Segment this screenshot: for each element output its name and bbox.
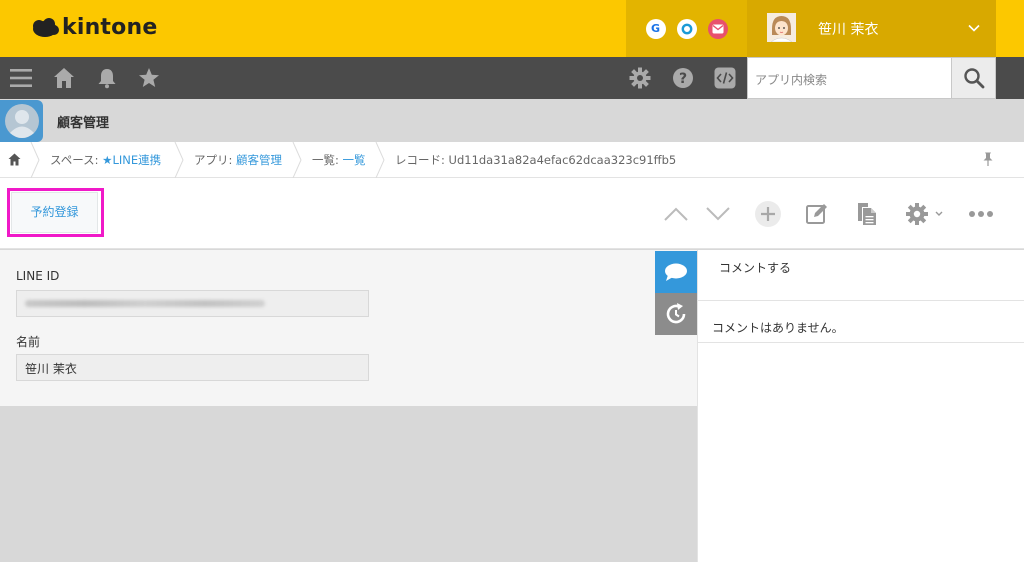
duplicate-record-icon[interactable] xyxy=(852,199,882,229)
comment-placeholder: コメントする xyxy=(719,261,792,275)
field-value-name: 笹川 茉衣 xyxy=(16,354,369,381)
breadcrumb-space[interactable]: スペース: ★LINE連携 xyxy=(50,152,161,168)
breadcrumb-separator xyxy=(292,142,302,178)
next-record-icon[interactable] xyxy=(703,199,733,229)
notification-bell-icon[interactable] xyxy=(95,66,119,90)
app-search-input[interactable]: アプリ内検索 xyxy=(747,57,952,99)
add-record-icon[interactable] xyxy=(753,199,783,229)
settings-gear-icon[interactable] xyxy=(628,66,652,90)
user-name: 笹川 茉衣 xyxy=(818,22,879,38)
field-value-line-id xyxy=(16,290,369,317)
comments-panel: コメントする コメントはありません。 xyxy=(697,250,1024,562)
no-comments-message: コメントはありません。 xyxy=(712,321,844,335)
app-header: 顧客管理 xyxy=(0,99,1024,142)
more-options-icon[interactable] xyxy=(966,199,996,229)
kintone-logo[interactable]: kintone xyxy=(30,15,157,40)
breadcrumb-separator xyxy=(375,142,385,178)
logo-text: kintone xyxy=(62,15,158,40)
office-icon[interactable] xyxy=(676,18,697,39)
garoon-icon[interactable]: G xyxy=(645,18,666,39)
redacted-value xyxy=(25,300,265,307)
divider xyxy=(698,342,1024,343)
help-icon[interactable]: ? xyxy=(671,66,695,90)
breadcrumb-record: レコード: Ud11da31a82a4efac62dcaa323c91ffb5 xyxy=(395,153,677,167)
empty-area xyxy=(0,406,697,562)
user-avatar xyxy=(767,13,796,42)
breadcrumb: スペース: ★LINE連携 アプリ: 顧客管理 一覧: 一覧 レコード: Ud1… xyxy=(0,142,1024,178)
favorites-star-icon[interactable] xyxy=(137,66,161,90)
code-customize-icon[interactable] xyxy=(713,66,737,90)
comment-bubble-icon xyxy=(665,263,687,281)
search-icon xyxy=(963,68,984,89)
reserve-button[interactable]: 予約登録 xyxy=(11,192,98,233)
comment-input[interactable]: コメントする xyxy=(698,250,1024,301)
app-icon[interactable] xyxy=(0,100,43,142)
user-menu[interactable]: 笹川 茉衣 xyxy=(747,0,996,57)
app-title[interactable]: 顧客管理 xyxy=(57,112,109,131)
edit-record-icon[interactable] xyxy=(802,199,832,229)
record-action-bar: 予約登録 xyxy=(0,178,1024,249)
breadcrumb-view[interactable]: 一覧: 一覧 xyxy=(312,152,366,168)
history-icon xyxy=(666,303,686,324)
previous-record-icon[interactable] xyxy=(661,199,691,229)
field-label-name: 名前 xyxy=(16,335,41,349)
field-label-line-id: LINE ID xyxy=(16,269,60,283)
pin-icon[interactable] xyxy=(982,152,994,166)
breadcrumb-app[interactable]: アプリ: 顧客管理 xyxy=(194,152,282,168)
breadcrumb-separator xyxy=(30,142,40,178)
menu-icon[interactable] xyxy=(9,66,33,90)
breadcrumb-separator xyxy=(174,142,184,178)
history-tab[interactable] xyxy=(655,293,697,335)
comments-tab[interactable] xyxy=(655,251,697,293)
record-settings-gear-icon[interactable] xyxy=(903,199,947,229)
cybozu-cloud-icon xyxy=(33,17,59,37)
home-icon[interactable] xyxy=(52,66,76,90)
chevron-down-icon xyxy=(968,24,980,32)
global-header: kintone G 笹川 茉衣 xyxy=(0,0,1024,57)
record-detail: LINE ID 名前 笹川 茉衣 xyxy=(0,250,697,406)
home-icon[interactable] xyxy=(8,153,21,166)
mail-icon[interactable] xyxy=(707,18,728,39)
service-links: G xyxy=(626,0,747,57)
search-button[interactable] xyxy=(952,57,996,99)
svg-text:?: ? xyxy=(679,71,687,87)
